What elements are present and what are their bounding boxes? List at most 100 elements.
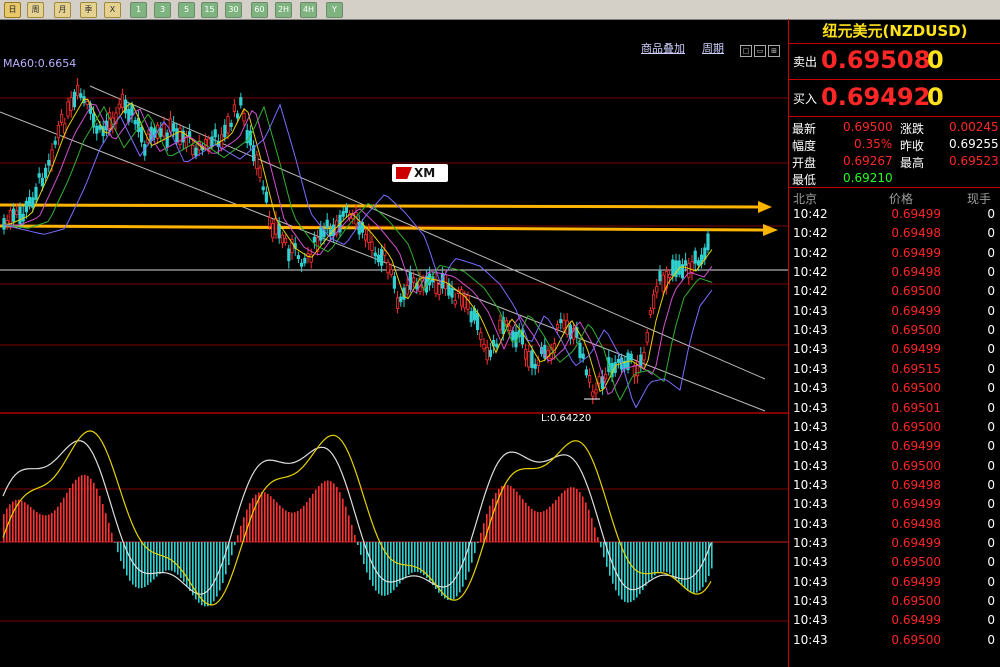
grid-icon[interactable]: ⊞ [768,45,780,57]
candle-body [367,229,371,243]
candle-body [655,286,659,293]
sell-volume: 0 [927,46,944,74]
macd-bar [684,542,686,589]
candle-body [475,312,480,331]
macd-bar [12,501,14,542]
macd-bar [408,542,410,575]
symbol-title: 纽元美元(NZDUSD) [789,19,1000,44]
moving-average-line [3,103,713,409]
period-button-day[interactable]: 日 [4,2,21,18]
tick-volume: 0 [987,207,995,221]
macd-bar [429,542,431,582]
period-button-quarter[interactable]: 季 [80,2,97,18]
tick-time: 10:42 [793,284,828,299]
zoom-icon[interactable]: □ [740,45,752,57]
sell-quote-row[interactable]: 卖出 0.69508 0 [789,43,1000,80]
macd-bar [105,513,107,542]
period-button-2h[interactable]: 2H [275,2,292,18]
split-icon[interactable]: ▭ [754,45,766,57]
macd-bar [516,491,518,542]
tick-price: 0.69499 [891,303,941,318]
period-link[interactable]: 周期 [702,40,724,56]
macd-bar [588,509,590,542]
candle-body [533,363,537,369]
period-button-y[interactable]: Y [326,2,343,18]
ma60-label: MA60:0.6654 [3,57,77,70]
tick-row: 10:43 0.69499 0 [789,304,1000,323]
tick-row: 10:43 0.69498 0 [789,517,1000,536]
tick-volume: 0 [987,594,995,608]
candle-body [229,122,233,127]
macd-bar [552,503,554,542]
macd-bar [156,542,158,577]
period-button-4h[interactable]: 4H [300,2,317,18]
period-button-5m[interactable]: 5 [178,2,195,18]
macd-bar [285,510,287,542]
macd-bar [237,535,239,542]
macd-bar [480,532,482,542]
period-button-week[interactable]: 周 [27,2,44,18]
candle-body [594,389,598,394]
tick-volume: 0 [987,342,995,357]
macd-bar [48,514,50,542]
tick-row: 10:43 0.69500 0 [789,555,1000,574]
macd-bar [642,542,644,591]
open-value: 0.69267 [843,154,893,168]
low-label: 最低 [792,173,817,187]
latest-value: 0.69500 [843,120,893,134]
candle-body [18,206,22,225]
macd-bar [690,542,692,593]
macd-bar [660,542,662,572]
candle-body [24,200,29,213]
macd-bar [126,542,128,576]
macd-bar [210,542,212,605]
macd-bar [654,542,656,576]
resistance-arrow-upper [0,203,761,209]
candle-body [405,284,409,295]
period-button-1m[interactable]: 1 [130,2,147,18]
macd-bar [180,542,182,579]
period-button-30m[interactable]: 30 [225,2,242,18]
macd-bar [252,498,254,542]
candle-body [239,97,243,106]
candle-body [258,167,262,178]
macd-bar [255,494,257,542]
tick-price: 0.69499 [891,497,941,512]
buy-quote-row[interactable]: 买入 0.69492 0 [789,80,1000,117]
macd-bar [576,488,578,542]
period-button-month[interactable]: 月 [54,2,71,18]
candle-body [159,128,163,137]
tick-row: 10:43 0.69499 0 [789,497,1000,516]
candle-body [232,104,236,112]
macd-bar [318,486,320,542]
candle-body [344,207,349,214]
tick-volume: 0 [987,497,995,512]
macd-bar [447,542,449,600]
tick-time: 10:43 [793,342,828,357]
arrow-head-upper [758,201,772,213]
ticks-header-volume: 现手 [967,192,992,206]
candle-body [184,136,188,148]
tick-time: 10:43 [793,400,828,415]
candle-body [296,255,301,260]
macd-bar [108,522,110,542]
macd-bar [645,542,647,586]
macd-bar [387,542,389,595]
macd-bar [159,542,161,575]
period-button-x[interactable]: X [104,2,121,18]
macd-bar [504,484,506,542]
period-button-15m[interactable]: 15 [201,2,218,18]
macd-bar [162,542,164,573]
chart-panel[interactable]: MA60:0.6654 商品叠加 周期 □ ▭ ⊞ L:0.64220 XM [0,19,788,667]
tick-time: 10:43 [793,497,828,512]
overlay-link[interactable]: 商品叠加 [641,40,685,56]
moving-average-lines [3,98,713,409]
macd-bar [54,510,56,542]
candle-body [395,297,400,309]
period-button-60m[interactable]: 60 [251,2,268,18]
tick-price: 0.69500 [891,381,941,396]
macd-bar [246,509,248,542]
candle-body [312,236,317,243]
tick-price: 0.69500 [891,458,941,473]
period-button-3m[interactable]: 3 [154,2,171,18]
